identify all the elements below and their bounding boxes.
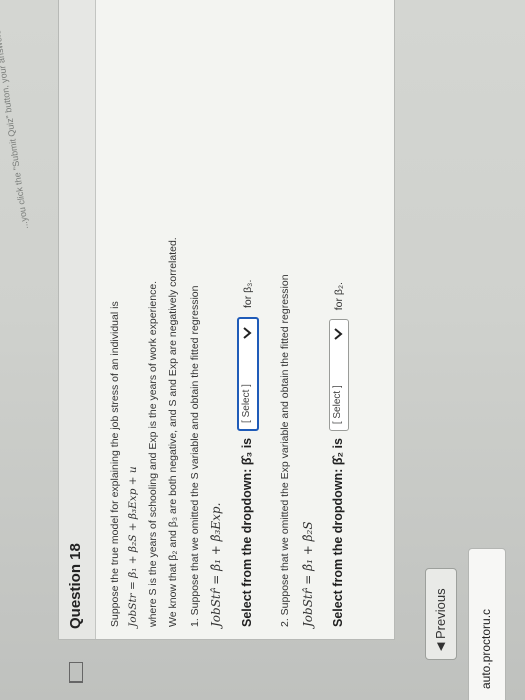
part1-equation: JobStr̂ = β̂₁ + β̂₃Exp. xyxy=(209,502,223,627)
part1-text: 1. Suppose that we omitted the S variabl… xyxy=(189,285,201,627)
submit-quiz-notice: ...you click the "Submit Quiz" button, y… xyxy=(0,14,30,230)
select1-dropdown[interactable]: [ Select ] xyxy=(237,316,259,431)
previous-button[interactable]: ◀ Previous xyxy=(425,568,457,660)
chevron-down-icon xyxy=(243,327,252,339)
part2-equation: JobStr̂ = β̂₁ + β̂₂S xyxy=(301,521,315,627)
part2-text: 2. Suppose that we omitted the Exp varia… xyxy=(279,274,291,627)
question-card: Question 18 Suppose the true model for e… xyxy=(58,0,395,683)
select2-dropdown[interactable]: [ Select ] xyxy=(329,319,349,432)
question-header: Question 18 xyxy=(59,0,96,683)
screen-photo: ...you click the "Submit Quiz" button, y… xyxy=(0,0,525,700)
question-title: Question 18 xyxy=(67,543,84,629)
select1-row: Select from the dropdown: β̂₃ is [ Selec… xyxy=(237,280,259,627)
select2-row: Select from the dropdown: β̂₂ is [ Selec… xyxy=(329,282,349,627)
select2-suffix: for β₂. xyxy=(332,282,345,311)
chevron-down-icon xyxy=(334,328,343,340)
flag-icon[interactable] xyxy=(69,662,83,683)
proctor-tab[interactable]: ‖ auto.proctoru.c xyxy=(468,548,506,700)
select2-value: [ Select ] xyxy=(332,385,343,425)
select1-suffix: for β₃. xyxy=(241,279,254,309)
question-intro: Suppose the true model for explaining th… xyxy=(109,301,121,627)
select1-value: [ Select ] xyxy=(241,384,252,423)
previous-label: Previous xyxy=(433,588,448,639)
true-model-equation: JobStr = β₁ + β₂S + β₃Exp + u xyxy=(127,466,139,627)
select1-prompt: Select from the dropdown: β̂₃ is xyxy=(239,437,254,627)
known-signs: We know that β₂ and β₃ are both negative… xyxy=(167,237,179,627)
proctor-url: auto.proctoru.c xyxy=(479,608,493,689)
left-triangle-icon: ◀ xyxy=(435,642,447,651)
variable-definition: where S is the years of schooling and Ex… xyxy=(147,280,159,627)
rotated-page: ...you click the "Submit Quiz" button, y… xyxy=(0,0,525,700)
select2-prompt: Select from the dropdown: β̂₂ is xyxy=(330,438,345,627)
